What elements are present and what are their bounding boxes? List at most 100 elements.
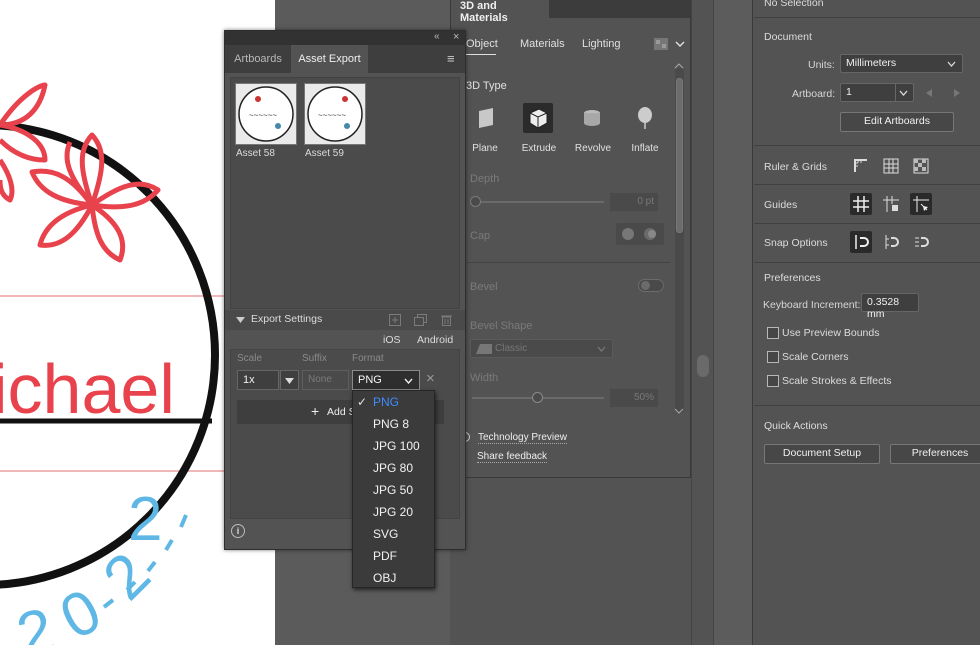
suffix-input[interactable]: None (302, 370, 349, 390)
snap-options-heading: Snap Options (764, 237, 828, 249)
remove-format-icon[interactable]: × (426, 371, 435, 386)
add-asset-icon (389, 314, 401, 326)
bevel-shape-select[interactable]: Classic (470, 339, 613, 358)
revolve-type-button[interactable] (577, 103, 607, 133)
snap-to-glyph-icon[interactable] (910, 231, 932, 253)
subtab-materials[interactable]: Materials (520, 38, 565, 50)
asset-thumbnail[interactable]: ~~~~~~ (304, 83, 366, 145)
transparency-grid-icon[interactable] (910, 155, 932, 177)
panel-dock-divider (691, 0, 713, 645)
document-setup-button[interactable]: Document Setup (764, 444, 880, 464)
tab-asset-export[interactable]: Asset Export (291, 45, 368, 73)
chevron-down-icon[interactable] (675, 39, 685, 51)
edit-artboards-button[interactable]: Edit Artboards (840, 112, 954, 132)
lock-guides-icon[interactable] (880, 193, 902, 215)
3d-panel-scrollbar[interactable] (675, 68, 684, 413)
asset-label: Asset 58 (236, 148, 275, 159)
subtab-lighting[interactable]: Lighting (582, 38, 621, 50)
selection-status: No Selection (764, 0, 824, 9)
cap-label: Cap (470, 230, 491, 242)
next-artboard-icon[interactable] (954, 88, 960, 100)
divider (465, 262, 670, 263)
plane-icon (479, 108, 493, 128)
snap-to-pixel-icon[interactable] (880, 231, 902, 253)
use-preview-bounds-checkbox[interactable] (767, 327, 779, 339)
asset-thumbnail[interactable]: ~~~~~~ (235, 83, 297, 145)
ruler-icon[interactable] (850, 155, 872, 177)
scale-input[interactable]: 1x (237, 370, 279, 390)
plus-icon: + (311, 403, 320, 419)
format-option-jpg100[interactable]: JPG 100 (353, 435, 434, 457)
scale-corners-checkbox[interactable] (767, 351, 779, 363)
duplicate-icon (414, 314, 427, 326)
format-option-svg[interactable]: SVG (353, 523, 434, 545)
previous-artboard-icon[interactable] (926, 88, 932, 100)
collapse-panel-icon[interactable]: « (434, 32, 440, 42)
suffix-column-header: Suffix (302, 353, 327, 364)
android-option[interactable]: Android (417, 334, 453, 346)
format-option-png[interactable]: ✓ PNG (353, 391, 434, 413)
revolve-icon (584, 110, 600, 126)
svg-text:2: 2 (10, 595, 61, 645)
scale-strokes-checkbox[interactable] (767, 375, 779, 387)
svg-text:0: 0 (49, 576, 112, 645)
depth-slider[interactable] (472, 201, 604, 203)
info-icon[interactable]: i (231, 524, 245, 538)
format-option-jpg80[interactable]: JPG 80 (353, 457, 434, 479)
checkmark-icon: ✓ (357, 395, 368, 409)
snap-to-point-icon[interactable] (850, 231, 872, 253)
format-option-obj[interactable]: OBJ (353, 567, 434, 589)
preferences-button[interactable]: Preferences (890, 444, 980, 464)
ios-option[interactable]: iOS (383, 334, 401, 346)
bevel-label: Bevel (470, 281, 498, 293)
cap-toggle-group[interactable] (616, 223, 664, 245)
cap-icon (622, 228, 656, 240)
depth-label: Depth (470, 173, 500, 185)
units-select[interactable]: Millimeters (840, 54, 963, 73)
keyboard-increment-field[interactable]: 0.3528 mm (861, 293, 919, 320)
format-dropdown-menu: ✓ PNG PNG 8 JPG 100 JPG 80 JPG 50 JPG 20 … (352, 390, 435, 588)
format-option-jpg20[interactable]: JPG 20 (353, 501, 434, 523)
extrude-type-button[interactable] (523, 103, 553, 133)
extrude-label: Extrude (521, 143, 557, 154)
format-option-pdf[interactable]: PDF (353, 545, 434, 567)
format-select[interactable]: PNG (352, 370, 420, 390)
bevel-shape-icon (476, 344, 492, 354)
svg-text:~~~~~~: ~~~~~~ (318, 111, 346, 120)
show-guides-icon[interactable] (850, 193, 872, 215)
tab-3d-and-materials[interactable]: 3D and Materials (451, 0, 549, 24)
scale-column-header: Scale (237, 353, 263, 364)
width-slider-handle[interactable] (532, 392, 543, 403)
export-settings-header[interactable]: Export Settings (225, 310, 465, 330)
format-option-jpg50[interactable]: JPG 50 (353, 479, 434, 501)
subtab-object[interactable]: Object (466, 38, 498, 50)
depth-slider-handle[interactable] (470, 196, 481, 207)
close-icon[interactable]: × (453, 31, 459, 43)
panel-menu-icon[interactable]: ≡ (447, 45, 455, 73)
scroll-up-icon[interactable] (674, 60, 684, 72)
collapsed-panel-strip (713, 0, 753, 645)
depth-field[interactable]: 0 pt (610, 193, 658, 211)
technology-preview-link[interactable]: Technology Preview (478, 432, 567, 444)
plane-type-button[interactable] (471, 103, 501, 133)
smart-guides-icon[interactable] (910, 193, 932, 215)
resize-handle[interactable] (697, 355, 709, 377)
render-settings-icon[interactable] (654, 38, 668, 53)
3d-type-heading: 3D Type (466, 80, 507, 92)
scale-corners-label: Scale Corners (782, 351, 849, 363)
scroll-down-icon[interactable] (674, 405, 684, 417)
share-feedback-link[interactable]: Share feedback (477, 451, 548, 463)
artboard-select[interactable]: 1 (840, 83, 914, 102)
bevel-toggle[interactable] (638, 279, 664, 292)
scale-dropdown-button[interactable] (280, 370, 299, 390)
keyboard-increment-label: Keyboard Increment: (763, 299, 861, 311)
ruler-grids-heading: Ruler & Grids (764, 161, 828, 173)
inflate-type-button[interactable] (630, 103, 660, 133)
asset-label: Asset 59 (305, 148, 344, 159)
width-field[interactable]: 50% (610, 389, 658, 407)
inflate-icon (638, 107, 652, 129)
tab-artboards[interactable]: Artboards (225, 45, 291, 73)
scale-strokes-label: Scale Strokes & Effects (782, 375, 892, 387)
format-option-png8[interactable]: PNG 8 (353, 413, 434, 435)
grid-icon[interactable] (880, 155, 902, 177)
